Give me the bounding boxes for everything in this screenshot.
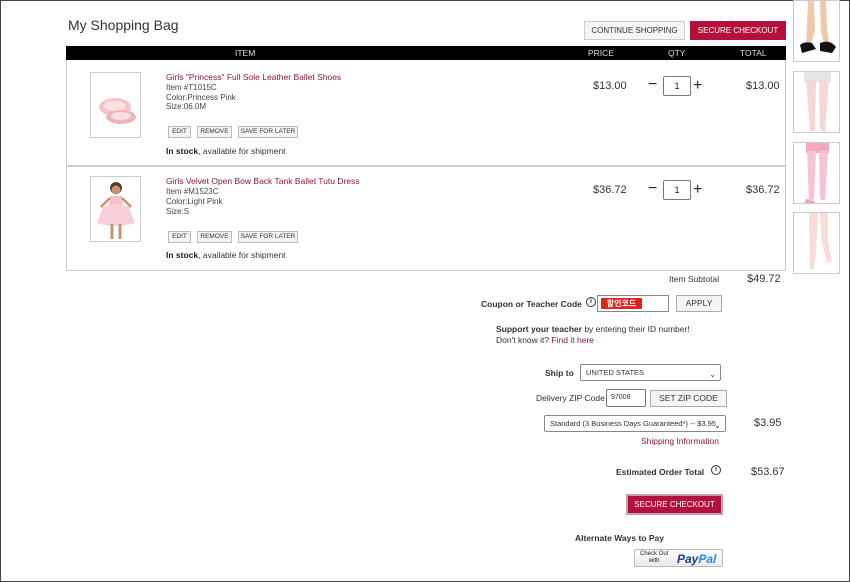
product-name-2[interactable]: Girls Velvet Open Bow Back Tank Ballet T… [166, 176, 360, 186]
plus-icon[interactable]: + [693, 182, 702, 198]
ship-to-label: Ship to [545, 368, 574, 378]
unit-price-1: $13.00 [593, 80, 627, 92]
product-image-2[interactable] [90, 176, 141, 242]
unit-price-2: $36.72 [593, 184, 627, 196]
paypal-checkout-button[interactable]: Check Out with PayPal [634, 549, 723, 567]
shipping-information-link[interactable]: Shipping Information [641, 436, 719, 446]
set-zip-code-button[interactable]: SET ZIP CODE [650, 390, 727, 407]
shipping-method-select[interactable]: Standard (3 Business Days Guaranteed*) -… [544, 415, 726, 432]
cart-table-header: ITEM PRICE QTY TOTAL [66, 46, 786, 60]
info-icon[interactable]: i [711, 465, 721, 475]
dont-know-text: Don't know it? Find it here [496, 335, 595, 345]
product-color-2: Color:Light Pink [166, 197, 223, 206]
remove-button-1[interactable]: REMOVE [197, 126, 232, 138]
coupon-placeholder-badge: 할인코드 [601, 298, 642, 309]
product-item-number-2: Item #M1523C [166, 187, 219, 196]
coupon-input[interactable]: 할인코드 [597, 295, 669, 312]
zip-input[interactable]: 97008 [606, 389, 646, 407]
recommendation-thumb-2[interactable] [793, 71, 840, 133]
save-for-later-button-1[interactable]: SAVE FOR LATER [238, 126, 298, 138]
info-icon[interactable]: i [586, 297, 596, 307]
minus-icon[interactable]: − [648, 181, 657, 197]
zip-label: Delivery ZIP Code [536, 393, 605, 403]
product-item-number-1: Item #T1015C [166, 83, 217, 92]
alternate-pay-label: Alternate Ways to Pay [575, 533, 664, 543]
edit-button-1[interactable]: EDIT [168, 126, 191, 138]
product-size-1: Size:06.0M [166, 102, 207, 111]
line-total-1: $13.00 [746, 80, 780, 92]
find-it-here-link[interactable]: Find it here [551, 335, 594, 345]
recommendation-thumb-4[interactable] [793, 212, 840, 274]
header-qty: QTY [668, 48, 686, 58]
stock-status-1: In stock, available for shipment [166, 146, 286, 156]
estimated-total-value: $53.67 [751, 466, 785, 478]
paypal-logo: PayPal [677, 552, 717, 566]
subtotal-value: $49.72 [747, 273, 781, 285]
country-select[interactable]: UNITED STATES ⌄ [580, 364, 721, 381]
paypal-checkout-text: Check Out with [640, 551, 669, 564]
header-item: ITEM [235, 48, 256, 58]
chevron-down-icon: ⌄ [714, 421, 721, 430]
quantity-input-1[interactable]: 1 [663, 76, 691, 96]
coupon-label: Coupon or Teacher Code [481, 299, 582, 309]
plus-icon[interactable]: + [693, 78, 702, 94]
product-image-1[interactable] [90, 72, 141, 138]
product-size-2: Size:S [166, 207, 190, 216]
subtotal-label: Item Subtotal [669, 274, 720, 284]
save-for-later-button-2[interactable]: SAVE FOR LATER [238, 231, 298, 243]
header-price: PRICE [588, 48, 614, 58]
support-teacher-text: Support your teacher by entering their I… [496, 324, 690, 334]
line-total-2: $36.72 [746, 184, 780, 196]
quantity-input-2[interactable]: 1 [663, 180, 691, 200]
remove-button-2[interactable]: REMOVE [197, 231, 232, 243]
chevron-down-icon: ⌄ [709, 370, 716, 379]
apply-button[interactable]: APPLY [676, 295, 722, 312]
secure-checkout-button-top[interactable]: SECURE CHECKOUT [690, 21, 786, 40]
secure-checkout-button-bottom[interactable]: SECURE CHECKOUT [626, 494, 723, 515]
edit-button-2[interactable]: EDIT [168, 231, 191, 243]
shipping-cost: $3.95 [754, 417, 782, 429]
continue-shopping-button[interactable]: CONTINUE SHOPPING [584, 21, 685, 40]
minus-icon[interactable]: − [648, 77, 657, 93]
estimated-total-label: Estimated Order Total [616, 467, 705, 477]
product-name-1[interactable]: Girls "Princess" Full Sole Leather Balle… [166, 72, 341, 82]
recommendation-thumb-1[interactable] [793, 0, 840, 62]
header-total: TOTAL [740, 48, 767, 58]
recommendation-thumb-3[interactable] [793, 142, 840, 204]
stock-status-2: In stock, available for shipment [166, 250, 286, 260]
page-title: My Shopping Bag [68, 17, 179, 33]
